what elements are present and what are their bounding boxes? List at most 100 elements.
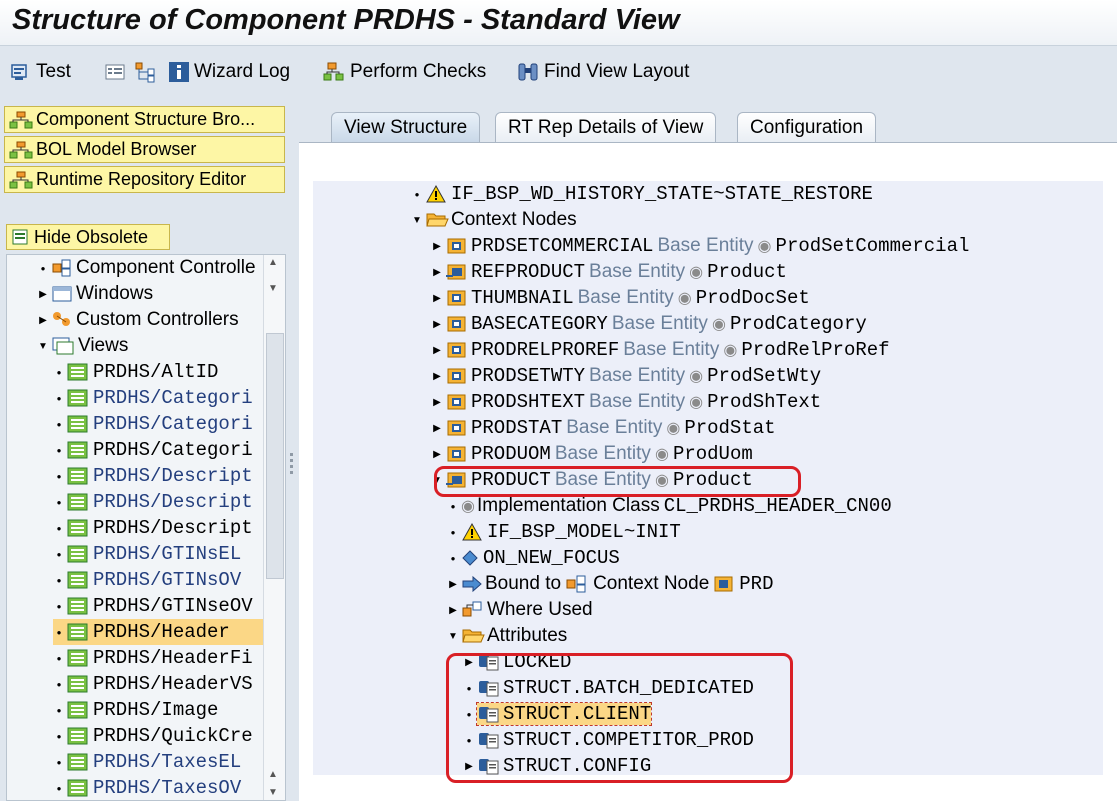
view-list-item[interactable]: ● PRDHS/HeaderFi: [53, 645, 263, 671]
expand-icon[interactable]: ▶: [463, 657, 475, 668]
collapse-icon[interactable]: ▼: [431, 475, 443, 486]
bullet-icon: ●: [56, 601, 62, 611]
view-list-item[interactable]: ● PRDHS/HeaderVS: [53, 671, 263, 697]
expand-icon[interactable]: ▶: [431, 345, 443, 356]
find-view-layout-button[interactable]: Find View Layout: [516, 58, 689, 86]
view-list-item[interactable]: ● PRDHS/Descript: [53, 515, 263, 541]
view-icon: [67, 467, 88, 485]
attribute-item[interactable]: ▶ LOCKED: [463, 649, 571, 675]
selected-attribute[interactable]: STRUCT.CLIENT: [475, 702, 653, 726]
tree-item-context-nodes[interactable]: ▼ Context Nodes: [411, 207, 577, 233]
wizard-log-button[interactable]: Wizard Log: [168, 58, 290, 86]
view-list-item[interactable]: ● PRDHS/QuickCre: [53, 723, 263, 749]
view-list-item[interactable]: ● PRDHS/Categori: [53, 437, 263, 463]
scroll-up-icon[interactable]: ▲: [268, 257, 278, 268]
expand-icon[interactable]: ▶: [431, 397, 443, 408]
tab-view-structure[interactable]: View Structure: [331, 112, 481, 142]
tree-item-component-controller[interactable]: ● Component Controlle: [37, 255, 256, 281]
view-list-item[interactable]: ● PRDHS/GTINsOV: [53, 567, 263, 593]
collapse-icon[interactable]: ▼: [447, 631, 459, 642]
context-node-item[interactable]: ▶ PRODSETWTY Base Entity ◉ ProdSetWty: [431, 363, 821, 389]
tree-item-bound-to[interactable]: ▶ Bound to Context Node PRD: [447, 571, 773, 597]
panel-splitter[interactable]: [289, 450, 295, 480]
expand-icon[interactable]: ▶: [37, 289, 49, 300]
entity-name: ProdSetWty: [707, 365, 822, 387]
view-icon: [67, 727, 88, 745]
bullet-icon: ●: [56, 575, 62, 585]
expand-icon[interactable]: ▶: [431, 293, 443, 304]
custom-controller-icon: [53, 312, 70, 326]
collapse-icon[interactable]: ▼: [411, 215, 423, 226]
expand-icon[interactable]: ▶: [431, 371, 443, 382]
collapse-icon[interactable]: ▼: [37, 341, 49, 352]
view-list-item[interactable]: ● PRDHS/Image: [53, 697, 263, 723]
attribute-name: STRUCT.CLIENT: [503, 703, 652, 725]
view-name: PRDHS/HeaderVS: [93, 673, 253, 695]
view-list-item[interactable]: ● PRDHS/GTINseOV: [53, 593, 263, 619]
tree-item-history-restore[interactable]: ● IF_BSP_WD_HISTORY_STATE~STATE_RESTORE: [411, 181, 873, 207]
attribute-item[interactable]: ● STRUCT.COMPETITOR_PROD: [463, 727, 754, 753]
tree-item-on-new-focus[interactable]: ● ON_NEW_FOCUS: [447, 545, 620, 571]
tree-item-custom-controllers[interactable]: ▶ Custom Controllers: [37, 307, 238, 333]
bullet-icon: ●: [56, 497, 62, 507]
entity-name: ProdUom: [672, 443, 753, 465]
context-node-item[interactable]: ▶ THUMBNAIL Base Entity ◉ ProdDocSet: [431, 285, 810, 311]
tree-item-product[interactable]: ▼ PRODUCT Base Entity ◉ Product: [431, 467, 753, 493]
view-list-item[interactable]: ● PRDHS/GTINsEL: [53, 541, 263, 567]
expand-icon[interactable]: ▶: [37, 315, 49, 326]
vertical-scrollbar[interactable]: ▲ ▼ ▲ ▼: [263, 255, 285, 800]
tree-item-implementation-class[interactable]: ● ◉ Implementation Class CL_PRDHS_HEADER…: [447, 493, 892, 519]
view-list-item[interactable]: ● PRDHS/Descript: [53, 463, 263, 489]
expand-icon[interactable]: ▶: [431, 241, 443, 252]
view-list-item[interactable]: ● PRDHS/Categori: [53, 411, 263, 437]
test-button[interactable]: Test: [10, 58, 71, 86]
expand-icon[interactable]: ▶: [447, 605, 459, 616]
view-list-item[interactable]: ● PRDHS/TaxesEL: [53, 749, 263, 775]
context-node-item[interactable]: ▶ BASECATEGORY Base Entity ◉ ProdCategory: [431, 311, 867, 337]
attribute-item[interactable]: ● STRUCT.CLIENT: [463, 701, 653, 727]
expand-icon[interactable]: ▶: [431, 319, 443, 330]
node-name: PRODUCT: [471, 469, 551, 491]
context-node-item[interactable]: ▶ PRODRELPROREF Base Entity ◉ ProdRelProRef: [431, 337, 889, 363]
view-list-item[interactable]: ● PRDHS/AltID: [53, 359, 263, 385]
scroll-thumb[interactable]: [266, 333, 284, 579]
view-list-item[interactable]: ● PRDHS/Descript: [53, 489, 263, 515]
expand-icon[interactable]: ▶: [431, 423, 443, 434]
tree-item-views[interactable]: ▼ Views: [37, 333, 128, 359]
bullet-icon: ●: [56, 367, 62, 377]
tree-item-where-used[interactable]: ▶ Where Used: [447, 597, 592, 623]
bullet-icon: ●: [56, 653, 62, 663]
tab-rt-rep-details[interactable]: RT Rep Details of View: [495, 112, 717, 142]
perform-checks-button[interactable]: Perform Checks: [322, 58, 486, 86]
view-list-item[interactable]: ● PRDHS/Categori: [53, 385, 263, 411]
expand-icon[interactable]: ▶: [431, 449, 443, 460]
scroll-down-icon[interactable]: ▼: [268, 787, 278, 798]
view-list-item[interactable]: ● PRDHS/TaxesOV: [53, 775, 263, 800]
view-name: PRDHS/Categori: [93, 439, 253, 461]
expand-icon[interactable]: ▶: [431, 267, 443, 278]
expand-icon[interactable]: ▶: [463, 761, 475, 772]
expand-icon[interactable]: ▶: [447, 579, 459, 590]
context-node-item[interactable]: ▶ PRODUOM Base Entity ◉ ProdUom: [431, 441, 753, 467]
context-node-item[interactable]: ▶ PRDSETCOMMERCIAL Base Entity ◉ ProdSetComm…: [431, 233, 969, 259]
tree-item-windows[interactable]: ▶ Windows: [37, 281, 153, 307]
context-node-item[interactable]: ▶ REFPRODUCT Base Entity ◉ Product: [431, 259, 787, 285]
scroll-down-icon[interactable]: ▼: [268, 283, 278, 294]
hierarchy-icon[interactable]: [134, 58, 158, 86]
attribute-item[interactable]: ● STRUCT.BATCH_DEDICATED: [463, 675, 754, 701]
tree-item-model-init[interactable]: ● IF_BSP_MODEL~INIT: [447, 519, 681, 545]
context-node-item[interactable]: ▶ PRODSTAT Base Entity ◉ ProdStat: [431, 415, 775, 441]
component-structure-browser-button[interactable]: Component Structure Bro...: [4, 106, 285, 133]
list-icon[interactable]: [104, 58, 126, 86]
tab-configuration[interactable]: Configuration: [737, 112, 877, 142]
attribute-item[interactable]: ▶ STRUCT.CONFIG: [463, 753, 651, 775]
hide-obsolete-button[interactable]: Hide Obsolete: [6, 224, 170, 250]
attribute-icon: [479, 680, 499, 697]
tree-item-attributes[interactable]: ▼ Attributes: [447, 623, 567, 649]
context-node-item[interactable]: ▶ PRODSHTEXT Base Entity ◉ ProdShText: [431, 389, 821, 415]
runtime-repository-editor-button[interactable]: Runtime Repository Editor: [4, 166, 285, 193]
scroll-up-icon[interactable]: ▲: [268, 769, 278, 780]
tree-label: IF_BSP_MODEL~INIT: [487, 521, 681, 543]
bol-model-browser-button[interactable]: BOL Model Browser: [4, 136, 285, 163]
view-list-item[interactable]: ● PRDHS/Header: [53, 619, 263, 645]
